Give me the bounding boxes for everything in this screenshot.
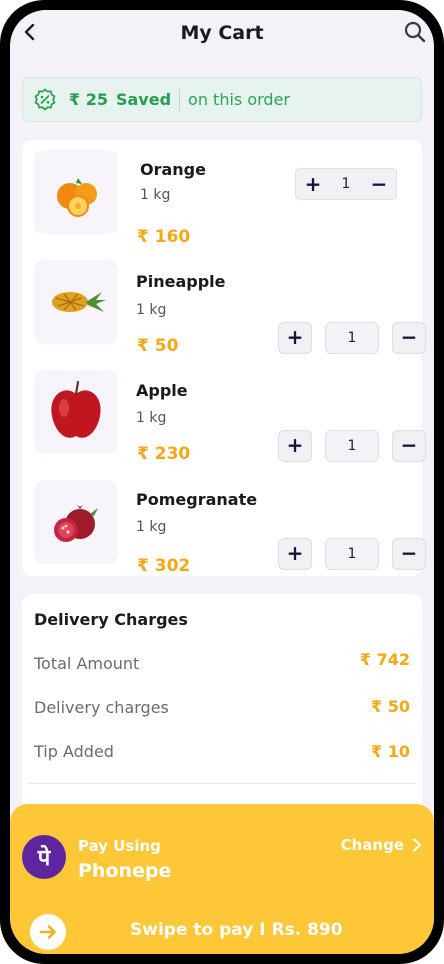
back-button[interactable] (18, 20, 42, 44)
product-name: Apple (136, 381, 188, 400)
increase-button[interactable]: + (278, 538, 312, 570)
saved-label: Saved (115, 90, 172, 109)
quantity-value: 1 (325, 430, 379, 462)
product-price: ₹ 230 (137, 444, 191, 464)
decrease-button[interactable]: − (392, 538, 426, 570)
phonepe-logo-icon: पे (22, 835, 66, 879)
discount-badge-icon (34, 87, 56, 111)
page-title: My Cart (180, 22, 264, 44)
cart-screen: My Cart ₹ 25 Saved on this order Orange … (10, 10, 434, 954)
cart-item-apple: Apple 1 kg ₹ 230 + 1 − (22, 370, 426, 470)
product-quantity: 1 kg (136, 519, 167, 535)
product-name: Orange (140, 160, 206, 179)
product-name: Pineapple (136, 272, 226, 291)
cart-item-orange: Orange 1 kg ₹ 160 + 1 − (22, 150, 422, 250)
app-header: My Cart (10, 10, 434, 62)
product-price: ₹ 160 (137, 227, 191, 247)
chevron-right-icon (413, 838, 421, 852)
product-quantity: 1 kg (136, 302, 167, 318)
pay-using-label: Pay Using (78, 837, 161, 855)
search-button[interactable] (402, 19, 428, 45)
pomegranate-icon (54, 505, 98, 542)
quantity-value: 1 (325, 538, 379, 570)
delivery-charges-label: Delivery charges (34, 698, 169, 717)
section-title: Delivery Charges (34, 610, 188, 629)
product-image (34, 260, 118, 344)
change-label: Change (340, 836, 404, 854)
quantity-value: 1 (325, 322, 379, 354)
product-price: ₹ 302 (137, 556, 191, 576)
product-image (34, 370, 118, 454)
increase-button[interactable]: + (304, 172, 322, 196)
decrease-button[interactable]: − (392, 322, 426, 354)
cart-items-card: Orange 1 kg ₹ 160 + 1 − Pineapple 1 kg ₹… (22, 140, 426, 576)
search-icon (404, 21, 426, 43)
chevron-left-icon (24, 23, 35, 41)
quantity-value: 1 (341, 176, 351, 192)
arrow-right-icon (39, 925, 56, 939)
product-quantity: 1 kg (136, 410, 167, 426)
orange-icon (57, 178, 97, 217)
decrease-button[interactable]: − (392, 430, 426, 462)
apple-icon (51, 380, 101, 438)
payment-method-name: Phonepe (78, 860, 172, 882)
total-amount-label: Total Amount (34, 654, 140, 673)
tip-value: ₹ 10 (371, 742, 410, 761)
decrease-button[interactable]: − (370, 172, 388, 196)
saved-amount: ₹ 25 (69, 90, 108, 109)
tip-label: Tip Added (34, 742, 114, 761)
swipe-to-pay-label: Swipe to pay I Rs. 890 (130, 920, 343, 940)
product-name: Pomegranate (136, 490, 258, 509)
logo-glyph: पे (37, 846, 51, 871)
savings-banner: ₹ 25 Saved on this order (22, 77, 422, 122)
divider (179, 88, 181, 111)
payment-panel: पे Pay Using Phonepe Change Swipe to pay… (10, 804, 434, 954)
total-amount-value: ₹ 742 (359, 650, 410, 669)
bill-summary-card: Delivery Charges Total Amount ₹ 742 Deli… (22, 594, 422, 834)
cart-item-pineapple: Pineapple 1 kg ₹ 50 + 1 − (22, 260, 426, 360)
swipe-to-pay-handle[interactable] (30, 914, 66, 950)
pineapple-icon (52, 292, 106, 312)
delivery-charges-value: ₹ 50 (371, 697, 410, 716)
increase-button[interactable]: + (278, 430, 312, 462)
saved-note: on this order (188, 90, 290, 109)
phone-frame: My Cart ₹ 25 Saved on this order Orange … (0, 0, 444, 964)
increase-button[interactable]: + (278, 322, 312, 354)
divider (28, 783, 416, 784)
change-payment-button[interactable]: Change (341, 836, 422, 854)
product-image (34, 480, 118, 564)
cart-item-pomegranate: Pomegranate 1 kg ₹ 302 + 1 − (22, 480, 426, 580)
product-price: ₹ 50 (137, 336, 179, 356)
product-quantity: 1 kg (140, 187, 171, 203)
quantity-stepper: + 1 − (295, 168, 397, 200)
product-image (34, 150, 118, 234)
